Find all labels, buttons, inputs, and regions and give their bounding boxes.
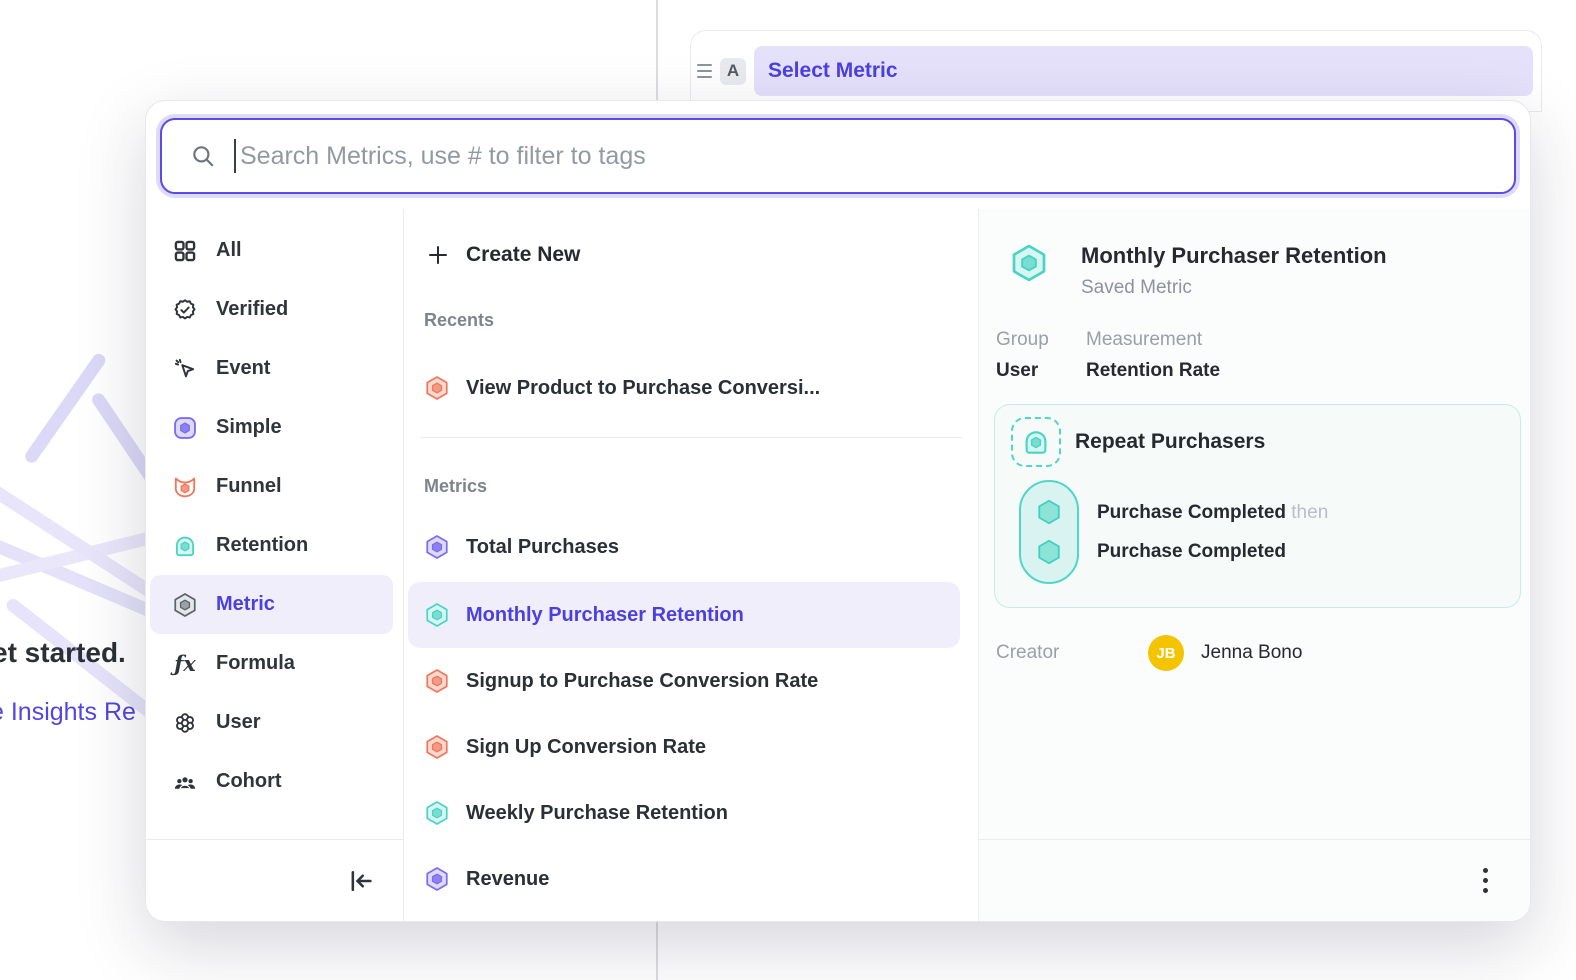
creator-name: Jenna Bono bbox=[1201, 642, 1302, 664]
plus-icon bbox=[426, 243, 450, 267]
hexagon-metric-icon bbox=[424, 534, 450, 560]
sequence-step-1: Purchase Completed then bbox=[1097, 502, 1328, 524]
metric-list-panel: Create New Recents View Product to Purch… bbox=[403, 209, 979, 921]
hexagon-metric-icon bbox=[424, 375, 450, 401]
metric-picker-modal: Search Metrics, use # to filter to tags … bbox=[145, 100, 1531, 922]
hexagon-metric-icon bbox=[424, 602, 450, 628]
create-new-label: Create New bbox=[466, 243, 580, 267]
behavior-dashed-icon bbox=[1011, 417, 1061, 467]
sidebar-item-simple[interactable]: Simple bbox=[150, 398, 393, 457]
background-link-text[interactable]: e Insights Re bbox=[0, 698, 136, 727]
metric-item-label: Signup to Purchase Conversion Rate bbox=[466, 670, 818, 693]
recents-section-label: Recents bbox=[404, 293, 978, 347]
retention-arch-icon bbox=[172, 533, 198, 559]
user-cluster-icon bbox=[172, 710, 198, 736]
create-new-button[interactable]: Create New bbox=[404, 223, 978, 287]
metric-item-label: Total Purchases bbox=[466, 536, 619, 559]
metric-item-label: Weekly Purchase Retention bbox=[466, 802, 728, 825]
metric-item-label: Sign Up Conversion Rate bbox=[466, 736, 706, 759]
sidebar-item-verified[interactable]: Verified bbox=[150, 280, 393, 339]
group-value: User bbox=[996, 360, 1066, 382]
metric-list-item[interactable]: Total Purchases bbox=[404, 514, 978, 580]
sidebar-item-funnel[interactable]: Funnel bbox=[150, 457, 393, 516]
hexagon-metric-icon bbox=[424, 800, 450, 826]
formula-fx-icon: ƒx bbox=[172, 651, 198, 676]
event-sequence-pill bbox=[1019, 480, 1079, 584]
metric-list-item-selected[interactable]: Monthly Purchaser Retention bbox=[408, 582, 960, 648]
metrics-section-label: Metrics bbox=[404, 458, 978, 514]
measurement-value: Retention Rate bbox=[1086, 360, 1220, 382]
category-sidebar: All Verified Event bbox=[146, 209, 403, 921]
metric-list-item[interactable]: Weekly Purchase Retention bbox=[404, 780, 978, 846]
sequence-connector: then bbox=[1291, 502, 1328, 523]
retention-arch-icon bbox=[1021, 427, 1051, 457]
sidebar-item-label: All bbox=[216, 239, 242, 262]
grid-icon bbox=[172, 238, 198, 264]
behavior-name: Repeat Purchasers bbox=[1075, 430, 1265, 454]
sidebar-item-label: Formula bbox=[216, 652, 295, 675]
search-input[interactable]: Search Metrics, use # to filter to tags bbox=[160, 118, 1516, 194]
metric-list-item[interactable]: Revenue bbox=[404, 846, 978, 912]
select-metric-button[interactable]: Select Metric bbox=[754, 46, 1533, 96]
recent-item-label: View Product to Purchase Conversi... bbox=[466, 377, 820, 400]
collapse-left-icon[interactable] bbox=[347, 867, 375, 895]
sequence-step-2: Purchase Completed bbox=[1097, 541, 1328, 563]
sidebar-item-label: Cohort bbox=[216, 770, 282, 793]
hexagon-metric-icon bbox=[424, 866, 450, 892]
simple-hexagon-icon bbox=[172, 415, 198, 441]
sidebar-item-event[interactable]: Event bbox=[150, 339, 393, 398]
sidebar-item-label: Metric bbox=[216, 593, 275, 616]
search-icon bbox=[190, 143, 216, 169]
funnel-hexagon-icon bbox=[172, 474, 198, 500]
search-placeholder: Search Metrics, use # to filter to tags bbox=[240, 142, 646, 171]
measurement-label: Measurement bbox=[1086, 329, 1220, 351]
sidebar-item-cohort[interactable]: Cohort bbox=[150, 752, 393, 811]
recent-item[interactable]: View Product to Purchase Conversi... bbox=[404, 355, 978, 421]
sidebar-item-label: User bbox=[216, 711, 260, 734]
drag-handle-icon[interactable] bbox=[697, 64, 712, 78]
sidebar-item-formula[interactable]: ƒx Formula bbox=[150, 634, 393, 693]
group-label: Group bbox=[996, 329, 1066, 351]
metric-definition-card: Repeat Purchasers Purchase Completed the… bbox=[994, 404, 1521, 608]
sidebar-item-user[interactable]: User bbox=[150, 693, 393, 752]
metric-hexagon-icon bbox=[172, 592, 198, 618]
creator-avatar: JB bbox=[1148, 635, 1184, 671]
verified-badge-icon bbox=[172, 297, 198, 323]
event-hexagon-icon bbox=[1034, 497, 1064, 527]
sidebar-item-retention[interactable]: Retention bbox=[150, 516, 393, 575]
metric-detail-panel: Monthly Purchaser Retention Saved Metric… bbox=[979, 209, 1530, 921]
metric-letter-badge: A bbox=[720, 58, 746, 85]
metric-list-item[interactable]: Signup to Purchase Conversion Rate bbox=[404, 648, 978, 714]
detail-footer bbox=[979, 839, 1530, 921]
section-divider bbox=[420, 437, 962, 438]
metric-detail-subtitle: Saved Metric bbox=[1081, 277, 1387, 299]
sidebar-item-label: Simple bbox=[216, 416, 282, 439]
background-heading-text: et started. bbox=[0, 637, 126, 669]
kebab-menu-icon[interactable] bbox=[1477, 862, 1494, 899]
sidebar-footer bbox=[146, 839, 403, 921]
sidebar-item-label: Funnel bbox=[216, 475, 282, 498]
cursor-click-icon bbox=[172, 356, 198, 382]
sidebar-item-label: Event bbox=[216, 357, 270, 380]
metric-detail-hexagon-icon bbox=[1009, 243, 1049, 283]
event-hexagon-icon bbox=[1034, 537, 1064, 567]
metric-detail-title: Monthly Purchaser Retention bbox=[1081, 243, 1387, 269]
creator-label: Creator bbox=[996, 642, 1148, 664]
sidebar-item-all[interactable]: All bbox=[150, 221, 393, 280]
sidebar-item-metric[interactable]: Metric bbox=[150, 575, 393, 634]
text-caret bbox=[234, 139, 236, 173]
select-metric-label: Select Metric bbox=[768, 59, 898, 83]
sidebar-item-label: Retention bbox=[216, 534, 308, 557]
metric-item-label: Monthly Purchaser Retention bbox=[466, 604, 744, 627]
metric-list-item[interactable]: Sign Up Conversion Rate bbox=[404, 714, 978, 780]
sidebar-item-label: Verified bbox=[216, 298, 288, 321]
metric-item-label: Revenue bbox=[466, 868, 549, 891]
cohort-people-icon bbox=[172, 769, 198, 795]
hexagon-metric-icon bbox=[424, 734, 450, 760]
hexagon-metric-icon bbox=[424, 668, 450, 694]
